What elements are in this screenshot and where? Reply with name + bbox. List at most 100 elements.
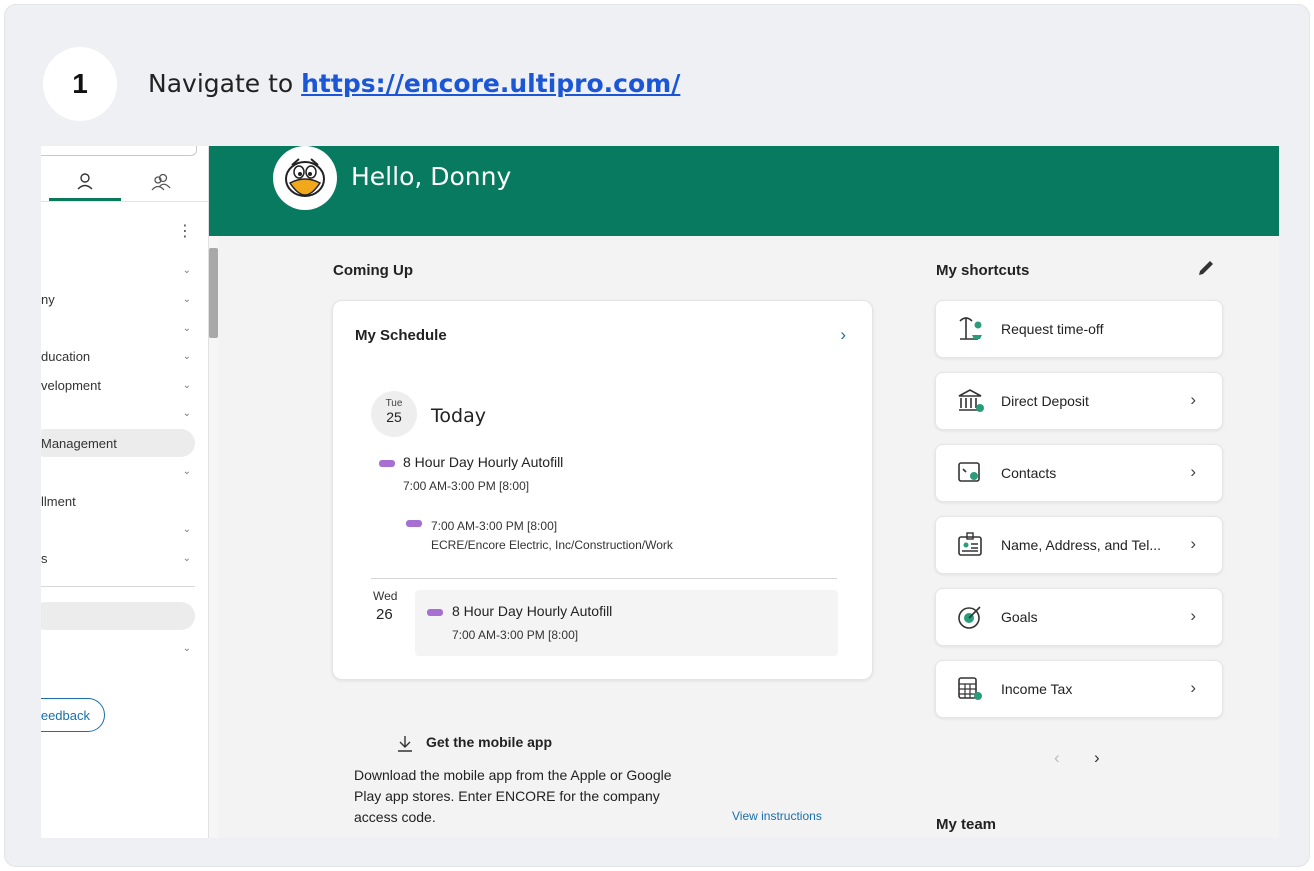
schedule-title: My Schedule <box>355 327 447 344</box>
sidebar-item-label: Management <box>41 435 117 451</box>
event-color-marker <box>379 460 395 467</box>
people-icon <box>151 173 171 191</box>
sidebar-item[interactable]: ⌄ <box>41 636 201 660</box>
sidebar-item[interactable]: ⌄ <box>41 459 201 483</box>
shortcut-label: Direct Deposit <box>1001 393 1089 409</box>
tab-myself[interactable] <box>65 164 105 200</box>
day-of-week: Tue <box>385 398 403 409</box>
app-screenshot: ⋮ ⌄ ny ⌄ ⌄ ducation ⌄ velopment ⌄ ⌄ Managem… <box>41 146 1279 838</box>
tabs-divider <box>41 201 209 202</box>
event-title[interactable]: 8 Hour Day Hourly Autofill <box>403 454 563 470</box>
chevron-down-icon: ⌄ <box>182 465 191 477</box>
duck-avatar-icon <box>285 158 325 197</box>
sidebar-item[interactable]: ⌄ <box>41 258 201 282</box>
sidebar-item[interactable]: ny ⌄ <box>41 287 201 311</box>
shortcut-contacts[interactable]: Contacts › <box>935 444 1223 502</box>
download-icon <box>398 736 412 752</box>
chevron-down-icon: ⌄ <box>182 552 191 564</box>
chevron-down-icon: ⌄ <box>182 642 191 654</box>
target-icon <box>958 606 981 629</box>
view-instructions-link[interactable]: View instructions <box>732 809 822 823</box>
sidebar-item[interactable]: ducation ⌄ <box>41 344 201 368</box>
shortcut-label: Request time-off <box>1001 321 1104 337</box>
more-options-icon[interactable]: ⋮ <box>177 224 193 240</box>
sidebar-search-input[interactable] <box>41 146 197 156</box>
shortcut-label: Name, Address, and Tel... <box>1001 537 1162 553</box>
greeting: Hello, Donny <box>351 162 512 191</box>
event-color-marker <box>406 520 422 527</box>
sidebar-divider <box>41 586 195 587</box>
day-number: 26 <box>376 606 393 623</box>
schedule-card[interactable]: My Schedule › Tue 25 Today 8 Hour Day Ho… <box>332 300 873 680</box>
sidebar-item[interactable]: llment <box>41 489 201 513</box>
sidebar-scrollbar[interactable] <box>209 248 218 338</box>
sidebar-item-management[interactable]: Management <box>41 431 201 455</box>
feedback-button-label: eedback <box>41 707 90 723</box>
step-url-link[interactable]: https://encore.ultipro.com/ <box>301 69 680 98</box>
sidebar-item[interactable]: ⌄ <box>41 401 201 425</box>
my-team-title: My team <box>936 816 997 833</box>
today-label: Today <box>431 405 486 427</box>
sidebar-item-highlight[interactable] <box>41 602 195 630</box>
chevron-down-icon: ⌄ <box>182 264 191 276</box>
shortcut-income-tax[interactable]: Income Tax › <box>935 660 1223 718</box>
chevron-down-icon: ⌄ <box>182 322 191 334</box>
sidebar-item-label: s <box>41 550 48 566</box>
id-card-icon <box>958 532 982 556</box>
tab-team[interactable] <box>141 164 181 200</box>
event-title: 8 Hour Day Hourly Autofill <box>452 603 613 619</box>
step-number-badge: 1 <box>43 47 117 121</box>
schedule-divider <box>371 578 837 579</box>
shortcut-goals[interactable]: Goals › <box>935 588 1223 646</box>
chevron-right-icon: › <box>1190 678 1196 697</box>
chevron-right-icon[interactable]: › <box>1094 748 1100 768</box>
chevron-right-icon: › <box>1190 534 1196 553</box>
shortcut-label: Goals <box>1001 609 1038 625</box>
bank-icon <box>958 389 984 412</box>
shortcut-name-address-telephone[interactable]: Name, Address, and Tel... › <box>935 516 1223 574</box>
chevron-down-icon: ⌄ <box>182 350 191 362</box>
chevron-down-icon: ⌄ <box>182 293 191 305</box>
mobile-app-description: Download the mobile app from the Apple o… <box>354 767 672 825</box>
chevron-right-icon: › <box>1190 462 1196 481</box>
sidebar-item[interactable]: ⌄ <box>41 316 201 340</box>
step-number: 1 <box>72 68 88 99</box>
pencil-icon[interactable] <box>1196 258 1216 283</box>
page-header: Hello, Donny <box>209 146 1279 236</box>
chevron-right-icon[interactable]: › <box>840 325 846 345</box>
sidebar: ⋮ ⌄ ny ⌄ ⌄ ducation ⌄ velopment ⌄ ⌄ Managem… <box>41 146 209 838</box>
day-of-week: Wed <box>373 589 398 603</box>
next-day-event[interactable]: 8 Hour Day Hourly Autofill 7:00 AM-3:00 … <box>415 590 838 656</box>
feedback-button[interactable]: eedback <box>41 698 105 732</box>
contacts-icon <box>958 462 980 482</box>
sidebar-item-label: velopment <box>41 377 101 393</box>
sidebar-item[interactable]: velopment ⌄ <box>41 373 201 397</box>
step-instruction: Navigate to https://encore.ultipro.com/ <box>148 69 680 98</box>
mobile-app-title: Get the mobile app <box>426 734 553 750</box>
sidebar-item[interactable]: s ⌄ <box>41 546 201 570</box>
step-instruction-text: Navigate to <box>148 69 302 98</box>
shortcut-direct-deposit[interactable]: Direct Deposit › <box>935 372 1223 430</box>
calculator-icon <box>958 677 982 700</box>
shortcut-label: Income Tax <box>1001 681 1073 697</box>
day-badge-today: Tue 25 <box>371 391 417 437</box>
beach-icon <box>959 317 982 340</box>
shortcuts-title: My shortcuts <box>936 262 1030 279</box>
chevron-down-icon: ⌄ <box>182 407 191 419</box>
coming-up-title: Coming Up <box>333 262 413 279</box>
person-icon <box>77 173 93 190</box>
event-color-marker <box>427 609 443 616</box>
sidebar-item-label: llment <box>41 493 76 509</box>
sidebar-item[interactable]: ⌄ <box>41 517 201 541</box>
chevron-left-icon[interactable]: ‹ <box>1054 748 1060 768</box>
sidebar-tabs <box>41 164 209 200</box>
event-time: 7:00 AM-3:00 PM [8:00] <box>403 479 530 493</box>
avatar[interactable] <box>273 146 337 210</box>
event-sub-time: 7:00 AM-3:00 PM [8:00] <box>431 519 558 533</box>
chevron-down-icon: ⌄ <box>182 379 191 391</box>
event-location: ECRE/Encore Electric, Inc/Construction/W… <box>431 538 673 552</box>
sidebar-item-label: ducation <box>41 348 91 364</box>
chevron-down-icon: ⌄ <box>182 523 191 535</box>
chevron-right-icon: › <box>1190 390 1196 409</box>
shortcut-request-time-off[interactable]: Request time-off <box>935 300 1223 358</box>
